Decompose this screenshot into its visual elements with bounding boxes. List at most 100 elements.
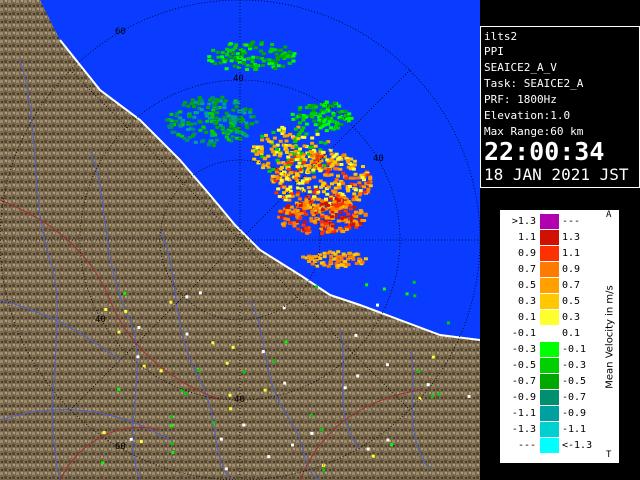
echo-pixel bbox=[261, 52, 266, 56]
echo-pixel bbox=[197, 369, 201, 372]
scan-time: 22:00:34 bbox=[484, 137, 605, 166]
echo-pixel bbox=[282, 162, 287, 166]
echo-pixel bbox=[301, 223, 306, 227]
echo-pixel bbox=[284, 211, 289, 215]
echo-pixel bbox=[306, 255, 311, 259]
echo-pixel bbox=[326, 116, 331, 120]
echo-pixel bbox=[353, 188, 358, 192]
echo-pixel bbox=[215, 98, 220, 102]
echo-pixel bbox=[124, 309, 128, 313]
echo-pixel bbox=[302, 220, 307, 224]
echo-pixel bbox=[343, 205, 348, 209]
echo-pixel bbox=[261, 163, 266, 167]
echo-pixel bbox=[276, 187, 281, 191]
echo-pixel bbox=[216, 55, 221, 59]
echo-pixel bbox=[336, 219, 341, 223]
echo-pixel bbox=[234, 136, 239, 140]
echo-pixel bbox=[350, 223, 355, 227]
echo-pixel bbox=[271, 167, 276, 171]
echo-pixel bbox=[232, 64, 237, 68]
echo-pixel bbox=[275, 147, 279, 151]
echo-pixel bbox=[336, 174, 340, 178]
echo-pixel bbox=[276, 161, 281, 165]
echo-pixel bbox=[229, 125, 234, 129]
echo-pixel bbox=[271, 59, 276, 63]
echo-pixel bbox=[218, 61, 223, 65]
echo-pixel bbox=[191, 127, 196, 131]
echo-pixel bbox=[282, 185, 287, 189]
echo-pixel bbox=[198, 291, 202, 295]
echo-pixel bbox=[177, 123, 182, 127]
echo-pixel bbox=[272, 153, 277, 157]
echo-pixel bbox=[269, 140, 274, 144]
echo-pixel bbox=[323, 109, 328, 113]
echo-pixel bbox=[365, 283, 369, 287]
echo-pixel bbox=[211, 341, 215, 345]
legend-row-max: 1.1 bbox=[562, 248, 581, 259]
echo-pixel bbox=[385, 363, 389, 367]
legend-row-max: --- bbox=[562, 216, 581, 227]
echo-pixel bbox=[298, 106, 303, 110]
echo-pixel bbox=[301, 255, 306, 259]
echo-pixel bbox=[390, 443, 393, 447]
echo-pixel bbox=[301, 126, 306, 130]
echo-pixel bbox=[352, 214, 357, 218]
echo-pixel bbox=[376, 303, 379, 307]
echo-pixel bbox=[245, 63, 250, 67]
echo-pixel bbox=[251, 55, 256, 59]
echo-pixel bbox=[249, 64, 254, 68]
legend-row-max: 0.5 bbox=[562, 296, 581, 307]
echo-pixel bbox=[236, 52, 240, 56]
echo-pixel bbox=[288, 221, 293, 225]
echo-pixel bbox=[242, 61, 246, 65]
echo-pixel bbox=[323, 222, 328, 226]
echo-pixel bbox=[244, 43, 249, 47]
echo-pixel bbox=[198, 128, 203, 132]
echo-pixel bbox=[301, 118, 306, 122]
echo-pixel bbox=[197, 96, 202, 100]
echo-pixel bbox=[211, 48, 216, 52]
echo-pixel bbox=[315, 158, 320, 161]
echo-pixel bbox=[332, 101, 337, 105]
echo-pixel bbox=[430, 395, 434, 398]
echo-pixel bbox=[303, 158, 308, 162]
echo-pixel bbox=[337, 104, 342, 108]
echo-pixel bbox=[250, 149, 255, 153]
echo-pixel bbox=[205, 119, 210, 123]
echo-pixel bbox=[323, 173, 328, 177]
echo-pixel bbox=[168, 126, 172, 129]
echo-pixel bbox=[335, 259, 340, 263]
echo-pixel bbox=[275, 177, 280, 181]
echo-pixel bbox=[275, 167, 280, 171]
elevation-value: Elevation:1.0 bbox=[484, 109, 571, 122]
radar-ppi-map[interactable]: 60 40 40 40 40 60 bbox=[0, 0, 480, 480]
echo-pixel bbox=[255, 56, 260, 60]
echo-pixel bbox=[206, 106, 210, 109]
echo-pixel bbox=[288, 153, 293, 157]
echo-pixel bbox=[136, 355, 140, 359]
echo-pixel bbox=[330, 104, 335, 108]
echo-pixel bbox=[304, 206, 309, 210]
echo-pixel bbox=[318, 164, 322, 168]
echo-pixel bbox=[281, 64, 286, 68]
echo-pixel bbox=[254, 67, 259, 71]
echo-pixel bbox=[260, 57, 265, 60]
echo-pixel bbox=[362, 185, 366, 189]
echo-pixel bbox=[271, 150, 276, 154]
echo-pixel bbox=[304, 198, 309, 202]
legend-color-swatch bbox=[540, 358, 559, 373]
echo-pixel bbox=[352, 219, 357, 223]
scan-date: 18 JAN 2021 JST bbox=[484, 165, 629, 184]
echo-pixel bbox=[181, 119, 186, 122]
echo-pixel bbox=[307, 165, 312, 168]
echo-pixel bbox=[259, 49, 264, 53]
echo-pixel bbox=[209, 139, 214, 143]
echo-pixel bbox=[297, 121, 302, 125]
echo-pixel bbox=[312, 119, 317, 123]
echo-pixel bbox=[188, 114, 192, 118]
echo-pixel bbox=[285, 55, 290, 59]
echo-pixel bbox=[302, 144, 307, 148]
echo-pixel bbox=[266, 154, 271, 158]
echo-pixel bbox=[181, 103, 186, 107]
echo-pixel bbox=[178, 110, 183, 114]
